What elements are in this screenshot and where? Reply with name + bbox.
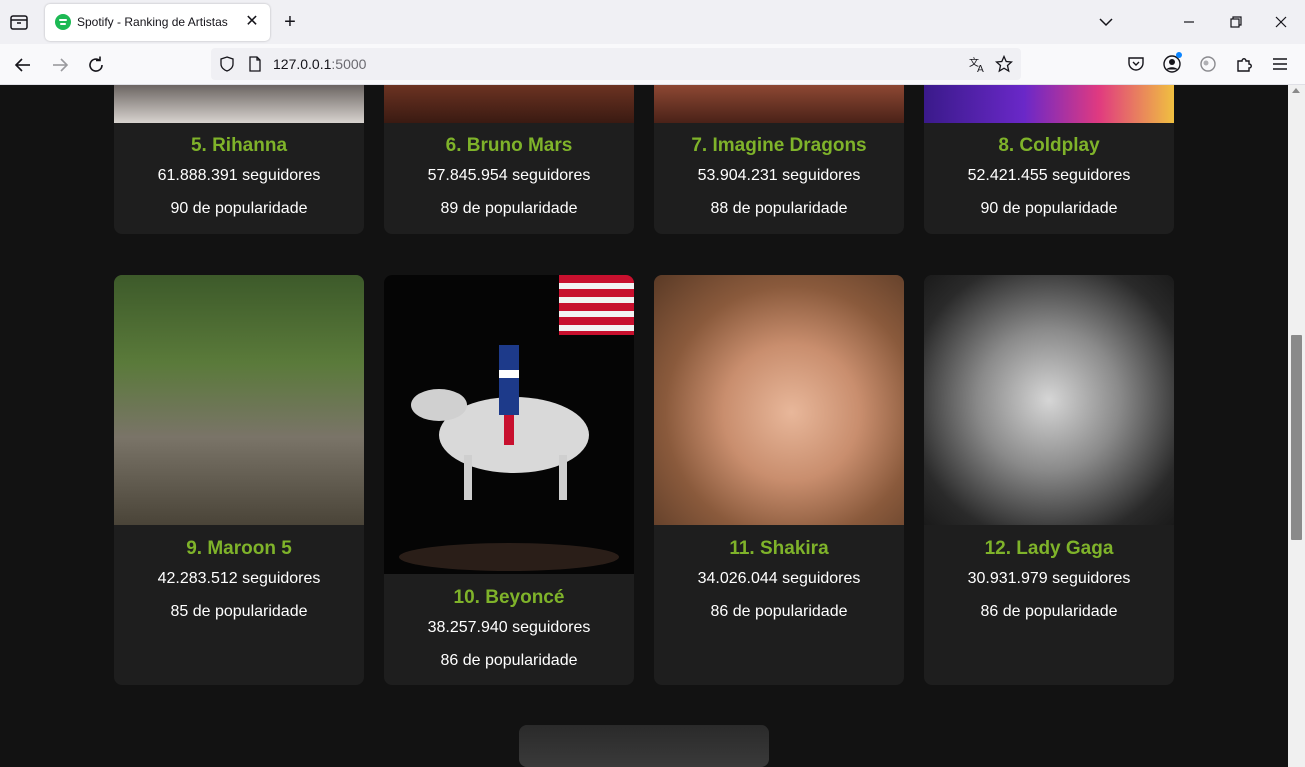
browser-tab[interactable]: Spotify - Ranking de Artistas ✕ <box>45 4 270 41</box>
artist-followers: 53.904.231 seguidores <box>697 167 861 184</box>
artist-followers: 57.845.954 seguidores <box>427 167 591 184</box>
page-icon[interactable] <box>248 56 262 72</box>
artist-card[interactable]: 11. Shakira 34.026.044 seguidores 86 de … <box>654 275 904 685</box>
close-tab-icon[interactable]: ✕ <box>242 12 262 32</box>
artist-image <box>114 275 364 525</box>
artist-popularity: 85 de popularidade <box>170 603 308 620</box>
horse-rider-illustration <box>399 275 634 571</box>
artist-image <box>654 275 904 525</box>
scroll-up-arrow-icon[interactable] <box>1292 88 1300 93</box>
artist-image <box>654 85 904 123</box>
hamburger-menu-icon[interactable] <box>1270 54 1290 74</box>
artist-popularity: 90 de popularidade <box>170 200 308 217</box>
artist-card[interactable]: 12. Lady Gaga 30.931.979 seguidores 86 d… <box>924 275 1174 685</box>
tab-bar: Spotify - Ranking de Artistas ✕ + <box>0 0 1305 44</box>
artist-name: 9. Maroon 5 <box>186 538 292 559</box>
tab-title: Spotify - Ranking de Artistas <box>77 15 228 29</box>
artist-followers: 38.257.940 seguidores <box>427 619 591 636</box>
artist-name: 5. Rihanna <box>190 135 288 156</box>
tab-list-icon[interactable] <box>8 12 30 32</box>
spotify-favicon-icon <box>55 14 71 30</box>
url-port: :5000 <box>331 56 367 72</box>
url-host: 127.0.0.1 <box>273 56 332 72</box>
artist-card[interactable]: 9. Maroon 5 42.283.512 seguidores 85 de … <box>114 275 364 685</box>
extension-icon[interactable] <box>1198 54 1218 74</box>
artist-name: 6. Bruno Mars <box>445 135 573 156</box>
artist-name: 10. Beyoncé <box>453 587 565 608</box>
account-button[interactable] <box>1162 52 1182 74</box>
artist-image <box>114 85 364 123</box>
artist-followers: 34.026.044 seguidores <box>697 570 861 587</box>
artist-followers: 42.283.512 seguidores <box>157 570 321 587</box>
artist-image <box>384 275 634 574</box>
artist-popularity: 89 de popularidade <box>440 200 578 217</box>
artist-popularity: 86 de popularidade <box>440 652 578 669</box>
artist-card[interactable]: 6. Bruno Mars 57.845.954 seguidores 89 d… <box>384 85 634 234</box>
artist-image <box>924 275 1174 525</box>
artist-followers: 52.421.455 seguidores <box>967 167 1131 184</box>
artist-name: 12. Lady Gaga <box>984 538 1114 559</box>
reload-icon[interactable] <box>85 54 107 76</box>
artist-card[interactable] <box>519 725 769 767</box>
pocket-icon[interactable] <box>1126 54 1146 74</box>
shield-icon[interactable] <box>219 56 235 72</box>
artist-followers: 61.888.391 seguidores <box>157 167 321 184</box>
artist-followers: 30.931.979 seguidores <box>967 570 1131 587</box>
url-text[interactable]: 127.0.0.1:5000 <box>273 56 366 72</box>
translate-icon[interactable]: 文 A <box>968 55 986 73</box>
svg-text:A: A <box>977 64 984 73</box>
artist-image <box>519 725 769 767</box>
new-tab-button[interactable]: + <box>279 11 301 33</box>
page-scrollbar[interactable] <box>1288 85 1305 767</box>
artist-card[interactable]: 7. Imagine Dragons 53.904.231 seguidores… <box>654 85 904 234</box>
chevron-down-icon[interactable] <box>1096 12 1116 32</box>
artist-image <box>924 85 1174 123</box>
page-content: 5. Rihanna 61.888.391 seguidores 90 de p… <box>0 85 1288 767</box>
address-bar[interactable]: 127.0.0.1:5000 文 A <box>211 48 1021 80</box>
extensions-puzzle-icon[interactable] <box>1234 54 1254 74</box>
artist-name: 11. Shakira <box>729 538 829 559</box>
artist-card[interactable]: 8. Coldplay 52.421.455 seguidores 90 de … <box>924 85 1174 234</box>
artist-popularity: 90 de popularidade <box>980 200 1118 217</box>
bookmark-star-icon[interactable] <box>995 55 1013 73</box>
artist-image <box>384 85 634 123</box>
restore-window-button[interactable] <box>1223 10 1247 34</box>
back-arrow-icon[interactable] <box>12 54 34 76</box>
artist-name: 8. Coldplay <box>998 135 1100 156</box>
minimize-window-button[interactable] <box>1177 10 1201 34</box>
artist-name: 7. Imagine Dragons <box>691 135 867 156</box>
close-window-button[interactable] <box>1269 10 1293 34</box>
artist-popularity: 86 de popularidade <box>980 603 1118 620</box>
scrollbar-thumb[interactable] <box>1291 335 1302 540</box>
artist-card[interactable]: 10. Beyoncé 38.257.940 seguidores 86 de … <box>384 275 634 685</box>
navigation-bar: 127.0.0.1:5000 文 A <box>0 44 1305 85</box>
forward-arrow-icon[interactable] <box>49 54 71 76</box>
artist-card[interactable]: 5. Rihanna 61.888.391 seguidores 90 de p… <box>114 85 364 234</box>
notification-dot <box>1176 52 1182 58</box>
artist-popularity: 88 de popularidade <box>710 200 848 217</box>
artist-popularity: 86 de popularidade <box>710 603 848 620</box>
